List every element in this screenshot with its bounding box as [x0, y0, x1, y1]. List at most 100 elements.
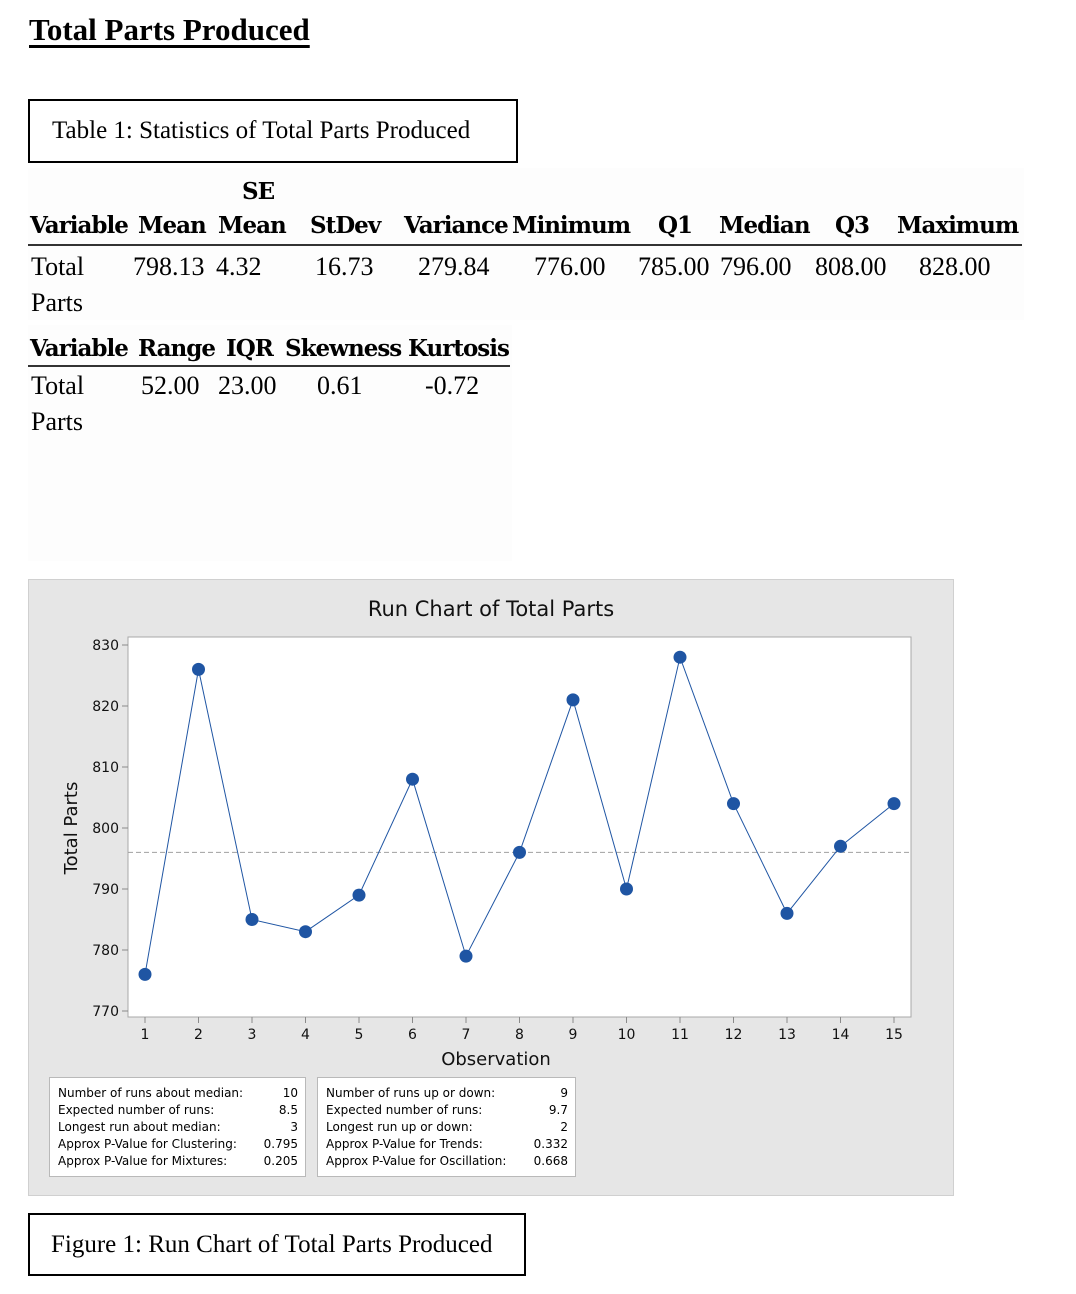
x-tick-label: 7 [462, 1027, 471, 1043]
run-stat-row: Expected number of runs: 8.5 [58, 1102, 298, 1119]
header-rule [28, 365, 510, 367]
run-stat-label: Longest run up or down: [326, 1120, 473, 1134]
data-point [727, 797, 740, 811]
y-tick-label: 830 [92, 638, 119, 654]
header-variable: Variable [30, 212, 129, 239]
run-stat-row: Approx P-Value for Trends: 0.332 [326, 1136, 568, 1153]
data-point [406, 772, 419, 786]
run-stat-row: Longest run about median: 3 [58, 1119, 298, 1136]
data-point [299, 925, 312, 939]
x-tick-label: 6 [408, 1027, 417, 1043]
run-stat-value: 0.332 [533, 1137, 568, 1151]
header-stdev: StDev [310, 212, 381, 239]
y-axis-label: Total Parts [61, 782, 82, 876]
y-tick-label: 800 [92, 821, 119, 837]
data-point [459, 949, 473, 963]
plot-area [127, 636, 912, 1018]
header-skewness: Skewness [285, 335, 402, 362]
data-point [887, 797, 901, 811]
runs-about-median-box: Number of runs about median: 10 Expected n… [49, 1077, 306, 1177]
cell-se-mean: 4.32 [216, 252, 262, 281]
x-tick-label: 1 [141, 1027, 150, 1043]
run-stat-value: 8.5 [278, 1103, 298, 1117]
cell-mean: 798.13 [133, 252, 205, 281]
y-axis: 770 780 790 800 810 820 830 [92, 638, 128, 1020]
run-stat-row: Expected number of runs: 9.7 [326, 1102, 568, 1119]
chart-title: Run Chart of Total Parts [368, 597, 614, 621]
x-tick-label: 3 [248, 1027, 257, 1043]
cell-kurtosis: -0.72 [425, 371, 480, 400]
header-variable: Variable [30, 335, 129, 362]
x-tick-label: 9 [569, 1027, 578, 1043]
header-se-top: SE [242, 178, 275, 205]
run-stat-row: Approx P-Value for Mixtures: 0.205 [58, 1153, 298, 1170]
cell-median: 796.00 [720, 252, 792, 281]
run-stat-value: 9 [560, 1086, 568, 1100]
cell-q3: 808.00 [815, 252, 887, 281]
data-point [780, 906, 794, 920]
header-minimum: Minimum [512, 212, 631, 239]
data-point [513, 845, 526, 859]
run-stat-row: Approx P-Value for Clustering: 0.795 [58, 1136, 298, 1153]
y-tick-label: 780 [92, 943, 119, 959]
stats-table-2: Variable Range IQR Skewness Kurtosis Tot… [28, 325, 512, 561]
run-stat-value: 2 [560, 1120, 568, 1134]
run-stat-label: Longest run about median: [58, 1120, 221, 1134]
header-q1: Q1 [658, 212, 693, 239]
x-tick-label: 12 [725, 1027, 743, 1043]
data-point [192, 662, 205, 676]
data-point [352, 888, 366, 902]
data-point [620, 882, 633, 896]
run-stat-value: 9.7 [548, 1103, 568, 1117]
x-tick-label: 4 [301, 1027, 310, 1043]
cell-variable-line1: Total [31, 371, 85, 400]
run-stat-row: Number of runs up or down: 9 [326, 1085, 568, 1102]
data-point [245, 913, 259, 926]
x-axis: 1 2 3 4 5 6 7 8 9 10 11 12 13 14 15 [141, 1017, 903, 1043]
run-stat-label: Number of runs up or down: [326, 1086, 496, 1100]
cell-skewness: 0.61 [317, 371, 363, 400]
x-tick-label: 13 [778, 1027, 796, 1043]
x-tick-label: 5 [355, 1027, 364, 1043]
header-kurtosis: Kurtosis [408, 335, 510, 362]
cell-variable-line1: Total [31, 252, 85, 281]
figure-caption: Figure 1: Run Chart of Total Parts Produ… [51, 1230, 493, 1258]
header-iqr: IQR [226, 335, 274, 362]
run-stat-value: 0.205 [263, 1154, 298, 1168]
cell-maximum: 828.00 [919, 252, 991, 281]
cell-range: 52.00 [141, 371, 200, 400]
header-se-mean: Mean [218, 212, 287, 239]
stats-table-1: SE Variable Mean Mean StDev Variance Min… [28, 168, 1024, 320]
cell-minimum: 776.00 [534, 252, 606, 281]
header-mean: Mean [138, 212, 207, 239]
run-stat-label: Expected number of runs: [58, 1103, 215, 1117]
run-chart-panel: Run Chart of Total Parts 770 780 790 800 810… [28, 579, 954, 1196]
document-title: Total Parts Produced [29, 12, 310, 47]
x-tick-label: 14 [832, 1027, 850, 1043]
run-stat-label: Approx P-Value for Oscillation: [326, 1154, 507, 1168]
table-caption: Table 1: Statistics of Total Parts Produ… [52, 117, 471, 144]
data-point [834, 839, 847, 853]
cell-iqr: 23.00 [218, 371, 277, 400]
run-stat-label: Approx P-Value for Trends: [326, 1137, 483, 1151]
header-q3: Q3 [835, 212, 870, 239]
x-tick-label: 11 [671, 1027, 689, 1043]
header-range: Range [138, 335, 216, 362]
run-stat-value: 0.795 [263, 1137, 298, 1151]
y-tick-label: 810 [92, 760, 119, 776]
y-tick-label: 820 [92, 699, 119, 715]
data-point [566, 693, 580, 707]
x-tick-label: 10 [618, 1027, 636, 1043]
run-stat-row: Longest run up or down: 2 [326, 1119, 568, 1136]
y-tick-label: 770 [92, 1004, 119, 1020]
header-rule [28, 244, 1022, 246]
run-stat-label: Expected number of runs: [326, 1103, 483, 1117]
x-tick-label: 15 [885, 1027, 903, 1043]
cell-q1: 785.00 [638, 252, 710, 281]
header-variance: Variance [404, 212, 509, 239]
run-stat-label: Approx P-Value for Clustering: [58, 1137, 237, 1151]
x-axis-label: Observation [441, 1049, 551, 1070]
cell-variance: 279.84 [418, 252, 490, 281]
run-stat-label: Approx P-Value for Mixtures: [58, 1154, 228, 1168]
run-stat-value: 0.668 [533, 1154, 568, 1168]
